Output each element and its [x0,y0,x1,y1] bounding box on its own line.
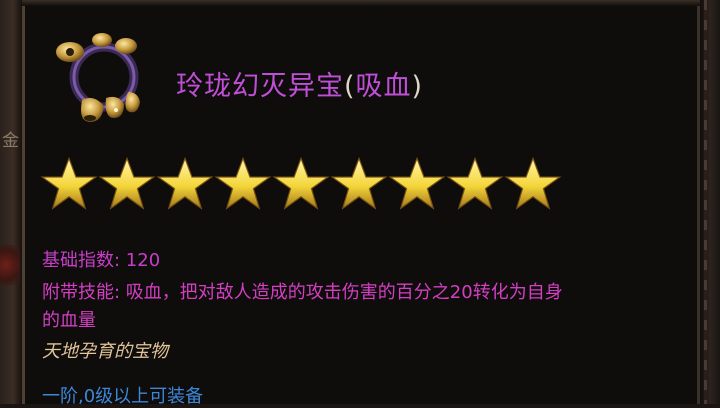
background-decoration [704,0,707,404]
background-decoration [0,245,20,285]
tooltip-top-edge [22,0,700,6]
item-base-index: 基础指数: 120 [42,250,161,271]
item-subtype: 吸血 [355,71,412,102]
item-skill-description: 附带技能: 吸血，把对敌人造成的攻击伤害的百分之20转化为自身 [42,282,563,303]
item-name: 玲珑幻灭异宝(吸血) [176,64,423,103]
item-subtype-paren: ) [411,71,424,102]
item-star-rating [40,155,562,213]
star-icon [40,156,98,210]
star-icon [388,156,446,210]
background-left-strip: 金 [0,0,22,404]
star-icon [156,156,214,210]
item-subtype-paren: ( [344,71,356,102]
star-icon [446,156,504,210]
star-icon [214,156,272,210]
item-skill-description-continued: 的血量 [42,310,96,331]
star-icon [98,156,156,210]
background-right-strip [700,0,720,404]
star-icon [330,156,388,210]
background-glyph: 金 [2,131,19,151]
item-requirement: 一阶,0级以上可装备 [42,386,204,407]
star-icon [272,156,330,210]
star-icon [504,156,562,210]
bracelet-icon [46,22,156,132]
item-name-text: 玲珑幻灭异宝 [176,71,344,102]
item-flavor-text: 天地孕育的宝物 [42,341,168,362]
